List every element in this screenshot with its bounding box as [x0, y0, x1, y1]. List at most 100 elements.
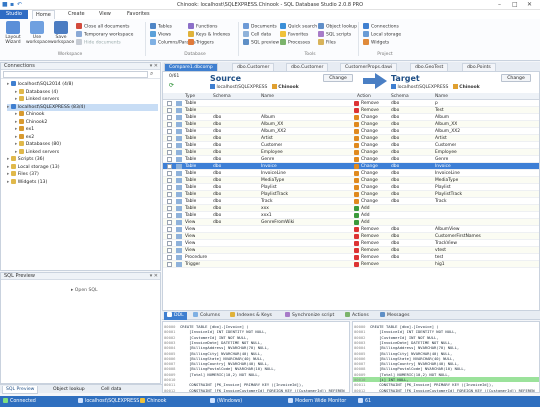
- compare-row[interactable]: Table dbo xxx Add: [163, 205, 539, 212]
- compare-row[interactable]: Table dbo Playlist Change dbo Playlist: [163, 184, 539, 191]
- compare-row[interactable]: Table dbo Employee Change dbo Employee: [163, 149, 539, 156]
- compare-row[interactable]: Table Remove dbo Test: [163, 107, 539, 114]
- tab-indexes-keys[interactable]: Indexes & Keys: [227, 312, 275, 320]
- row-checkbox[interactable]: [167, 164, 172, 169]
- connections-search-input[interactable]: [3, 71, 148, 78]
- tree-node[interactable]: ▸ ex2: [15, 133, 158, 141]
- tree-node[interactable]: ▸ Linked servers: [15, 96, 158, 103]
- row-checkbox[interactable]: [167, 129, 172, 134]
- widgets-button[interactable]: Widgets: [363, 39, 389, 46]
- hide-documents-button[interactable]: Hide documents: [76, 39, 121, 46]
- tab-cell-data[interactable]: Cell data: [98, 386, 124, 394]
- row-checkbox[interactable]: [167, 143, 172, 148]
- tree-node[interactable]: ▸ Files (37): [7, 171, 158, 178]
- doc-tab-customerprops[interactable]: CustomerProps.dawi: [340, 63, 398, 71]
- row-checkbox[interactable]: [167, 178, 172, 183]
- status-server[interactable]: localhost\SQLEXPRESS: [78, 398, 139, 405]
- doc-tab-customer-2[interactable]: dbo.Customer: [286, 63, 329, 71]
- tab-studio[interactable]: Studio: [0, 10, 28, 19]
- tab-home[interactable]: Home: [32, 10, 55, 19]
- tree-node[interactable]: ▸ Databases (4): [15, 88, 158, 96]
- row-checkbox[interactable]: [167, 248, 172, 253]
- compare-row[interactable]: Table dbo MediaType Change dbo MediaType: [163, 177, 539, 184]
- tab-columns[interactable]: Columns: [190, 312, 223, 320]
- col-source-name[interactable]: Name: [261, 93, 274, 100]
- row-checkbox[interactable]: [167, 136, 172, 141]
- compare-row[interactable]: View dbo GenreFromWiki Add: [163, 219, 539, 226]
- row-checkbox[interactable]: [167, 227, 172, 232]
- row-checkbox[interactable]: [167, 115, 172, 120]
- ddl-source-pane[interactable]: 00000 CREATE TABLE [dbo].[Invoice] (00001…: [162, 321, 350, 393]
- doc-tab-geotest[interactable]: dbo.GeoTest: [410, 63, 449, 71]
- tab-messages[interactable]: Messages: [377, 312, 413, 320]
- save-workspace-button[interactable]: Save workspace: [50, 21, 74, 45]
- col-source-schema[interactable]: Schema: [213, 93, 231, 100]
- files-button[interactable]: Files: [318, 39, 336, 46]
- status-database[interactable]: Chinook: [140, 398, 166, 405]
- use-workspace-button[interactable]: Use workspace: [26, 21, 50, 45]
- compare-row[interactable]: View Remove dbo CustomerFirstNames: [163, 233, 539, 240]
- tree-node[interactable]: ▸ Scripts (36): [7, 156, 158, 163]
- row-checkbox[interactable]: [167, 185, 172, 190]
- compare-row[interactable]: Procedure Remove dbo test: [163, 254, 539, 261]
- compare-row[interactable]: Table dbo PlaylistTrack Change dbo PlaylistTr…: [163, 191, 539, 198]
- refresh-icon[interactable]: ⟳: [169, 82, 174, 89]
- tree-node[interactable]: ▸ Widgets (13): [7, 178, 158, 186]
- tab-sql-preview[interactable]: SQL Preview: [2, 386, 39, 394]
- ddl-target-pane[interactable]: 00000 CREATE TABLE [dbo].[Invoice] (00001…: [352, 321, 540, 393]
- compare-row[interactable]: Table dbo Track Change dbo Track: [163, 198, 539, 205]
- tab-object-lookup[interactable]: Object lookup: [50, 386, 88, 394]
- tree-node[interactable]: ▸ Local storage (13): [7, 163, 158, 171]
- row-checkbox[interactable]: [167, 220, 172, 225]
- tree-node[interactable]: ▸ localhost\SQLEXPRESS (83/4): [7, 103, 158, 111]
- row-checkbox[interactable]: [167, 206, 172, 211]
- temporary-workspace-button[interactable]: Temporary workspace: [76, 31, 133, 38]
- sql-scripts-button[interactable]: SQL scripts: [318, 31, 351, 38]
- functions-button[interactable]: Functions: [188, 23, 218, 30]
- col-type[interactable]: Type: [185, 93, 195, 100]
- compare-row[interactable]: Table dbo Artist Change dbo Artist: [163, 135, 539, 142]
- row-checkbox[interactable]: [167, 262, 172, 267]
- pin-icon[interactable]: ▾ ✕: [150, 63, 158, 70]
- doc-tab-compare[interactable]: Compare1.dbcomp: [164, 63, 218, 71]
- row-checkbox[interactable]: [167, 171, 172, 176]
- target-change-button[interactable]: Change: [501, 74, 531, 82]
- maximize-icon[interactable]: □: [512, 1, 518, 8]
- compare-row[interactable]: Table dbo Album Change dbo Album: [163, 114, 539, 121]
- compare-row[interactable]: View Remove dbo vtest: [163, 247, 539, 254]
- tree-node[interactable]: ▸ Databases (80): [15, 141, 158, 148]
- compare-row[interactable]: Table dbo Customer Change dbo Customer: [163, 142, 539, 149]
- compare-row[interactable]: Table dbo Album_XX Change dbo Album_XX: [163, 121, 539, 128]
- row-checkbox[interactable]: [167, 157, 172, 162]
- close-icon[interactable]: ▾ ✕: [150, 273, 158, 280]
- compare-row[interactable]: Table dbo Album_XX2 Change dbo Album_XX2: [163, 128, 539, 135]
- tab-synchronize-script[interactable]: Synchronize script: [282, 312, 337, 320]
- search-icon[interactable]: ⌕: [150, 70, 153, 78]
- doc-tab-customer[interactable]: dbo.Customer: [232, 63, 275, 71]
- compare-row[interactable]: Table dbo Genre Change dbo Genre: [163, 156, 539, 163]
- tree-node[interactable]: ▸ Linked servers: [15, 148, 158, 156]
- compare-row[interactable]: Table dbo InvoiceLine Change dbo InvoiceLine: [163, 170, 539, 177]
- source-change-button[interactable]: Change: [323, 74, 353, 82]
- compare-row[interactable]: View Remove dbo TrackView: [163, 240, 539, 247]
- tree-node[interactable]: ▸ Chinook: [15, 111, 158, 118]
- col-action[interactable]: Action: [357, 93, 371, 100]
- sql-preview-button[interactable]: SQL preview: [243, 39, 279, 46]
- local-storage-button[interactable]: Local storage: [363, 31, 401, 38]
- tree-node[interactable]: ▸ localhost\SQL2014 (4/8): [7, 81, 158, 88]
- tab-actions[interactable]: Actions: [342, 312, 372, 320]
- row-checkbox[interactable]: [167, 101, 172, 106]
- row-checkbox[interactable]: [167, 213, 172, 218]
- row-checkbox[interactable]: [167, 122, 172, 127]
- col-target-schema[interactable]: Schema: [391, 93, 409, 100]
- tab-create[interactable]: Create: [65, 10, 88, 19]
- tree-node[interactable]: ▸ ex1: [15, 126, 158, 133]
- col-target-name[interactable]: Name: [435, 93, 448, 100]
- tree-node[interactable]: ▸ Chinook2: [15, 118, 158, 126]
- compare-row[interactable]: Table dbo Invoice Change dbo Invoice: [163, 163, 539, 170]
- layout-wizard-button[interactable]: Layout Wizard: [2, 21, 24, 45]
- tab-view[interactable]: View: [96, 10, 114, 19]
- favorites-button[interactable]: Favorites: [280, 31, 308, 38]
- row-checkbox[interactable]: [167, 199, 172, 204]
- row-checkbox[interactable]: [167, 255, 172, 260]
